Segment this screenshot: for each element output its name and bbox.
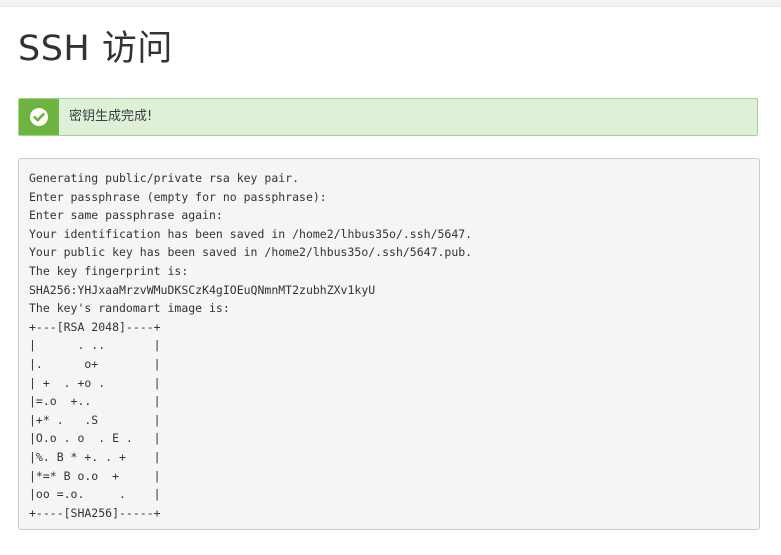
output-line: Your identification has been saved in /h… — [29, 226, 473, 241]
randomart-line: |*=* B o.o + | — [29, 468, 161, 483]
randomart-line: |+* . .S | — [29, 412, 161, 427]
output-text: Generating public/private rsa key pair. … — [29, 169, 472, 522]
alert-message: 密钥生成完成! — [69, 109, 153, 124]
output-line: Enter passphrase (empty for no passphras… — [29, 189, 327, 204]
key-generation-output: Generating public/private rsa key pair. … — [18, 158, 760, 530]
randomart-line: |oo =.o. . | — [29, 487, 161, 502]
randomart-line: | . .. | — [29, 338, 161, 353]
output-line: Your public key has been saved in /home2… — [29, 245, 473, 260]
key-fingerprint: SHA256:YHJxaaMrzvWMuDKSCzK4gIOEuQNmnMT2z… — [29, 282, 376, 297]
output-line: The key fingerprint is: — [29, 263, 189, 278]
page-title: SSH 访问 — [18, 29, 173, 69]
randomart-line: +----[SHA256]-----+ — [29, 505, 161, 520]
output-line: Enter same passphrase again: — [29, 208, 223, 223]
randomart-line: |%. B * +. . + | — [29, 449, 161, 464]
output-line: Generating public/private rsa key pair. — [29, 171, 300, 185]
check-circle-icon — [30, 108, 48, 126]
randomart-line: |O.o . o . E . | — [29, 431, 161, 446]
randomart-line: +---[RSA 2048]----+ — [29, 319, 161, 334]
randomart-line: | + . +o . | — [29, 375, 161, 390]
top-bar — [0, 0, 781, 7]
alert-icon-box — [19, 99, 59, 135]
output-line: The key's randomart image is: — [29, 301, 230, 316]
randomart-line: |=.o +.. | — [29, 394, 161, 409]
randomart-line: |. o+ | — [29, 356, 161, 371]
success-alert: 密钥生成完成! — [18, 98, 758, 136]
